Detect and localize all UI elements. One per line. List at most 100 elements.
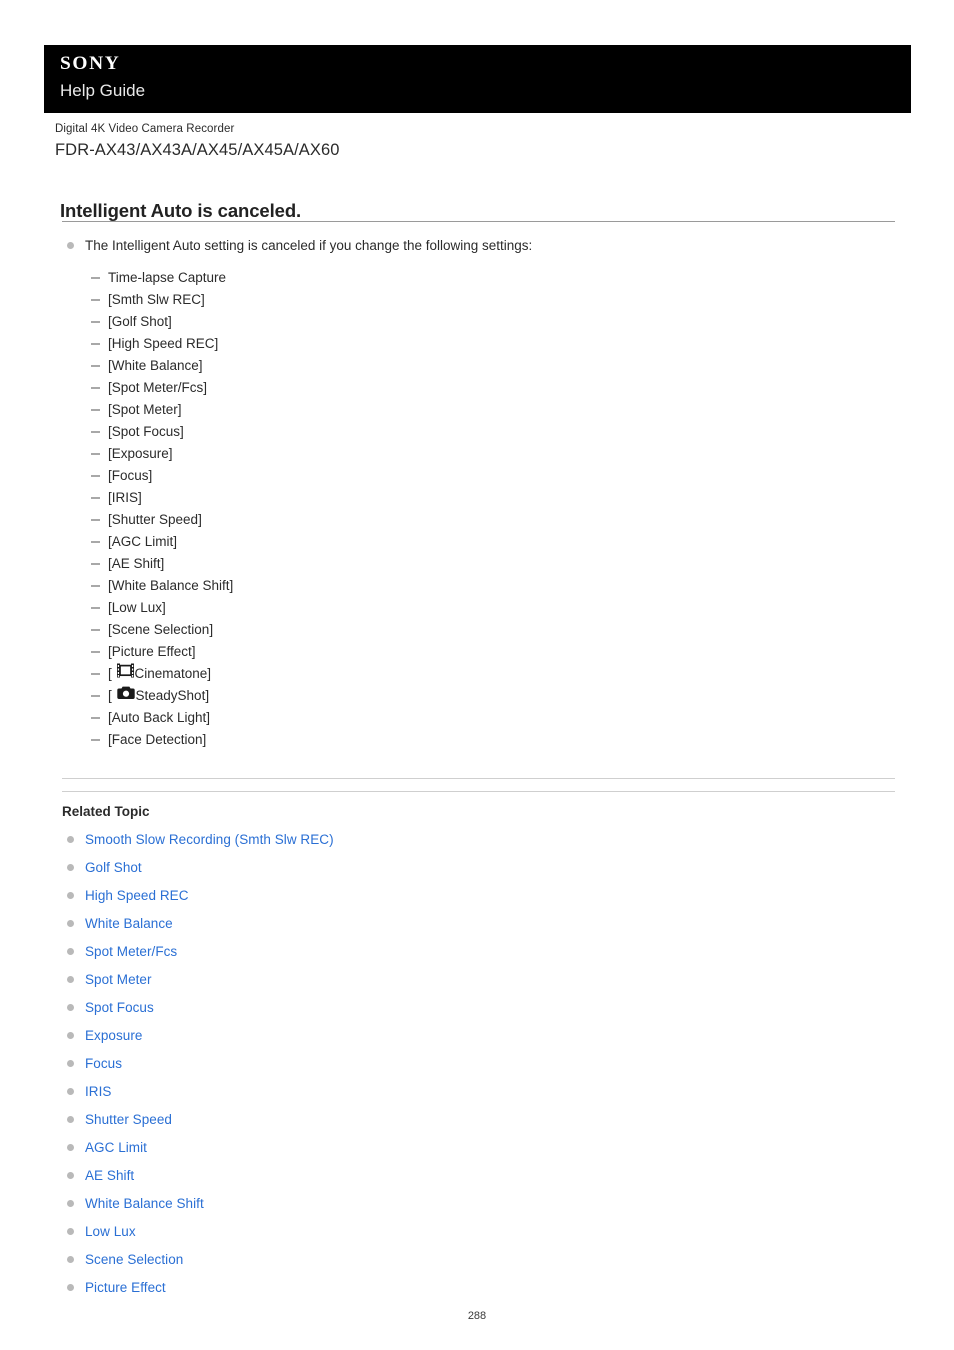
setting-label: [Spot Meter] [108,402,182,417]
site-header: SONY Help Guide [44,45,911,113]
setting-label-suffix: Cinematone] [134,666,212,681]
related-topic-item[interactable]: AE Shift [62,1167,902,1195]
related-topic-link[interactable]: High Speed REC [85,887,189,904]
related-topic-link[interactable]: Scene Selection [85,1251,183,1268]
setting-label: [Spot Focus] [108,424,184,439]
setting-label: [Picture Effect] [108,644,196,659]
bullet-icon [67,836,74,843]
related-topic-link[interactable]: Focus [85,1055,122,1072]
related-topic-link[interactable]: Smooth Slow Recording (Smth Slw REC) [85,831,334,848]
setting-list-item: [Spot Focus] [62,421,902,443]
dash-icon [91,321,100,323]
setting-list-item: [Smth Slw REC] [62,289,902,311]
setting-list-item: [Auto Back Light] [62,707,902,729]
related-topic-item[interactable]: Golf Shot [62,859,902,887]
bullet-icon [67,1284,74,1291]
related-topic-item[interactable]: Spot Meter/Fcs [62,943,902,971]
related-topic-item[interactable]: Picture Effect [62,1279,902,1307]
related-divider-bottom [62,791,895,792]
setting-label: [Auto Back Light] [108,710,211,725]
bullet-icon [67,1200,74,1207]
setting-label: [White Balance Shift] [108,578,234,593]
setting-label: [Spot Meter/Fcs] [108,380,208,395]
related-topic-link[interactable]: White Balance [85,915,173,932]
setting-list-item: [Golf Shot] [62,311,902,333]
related-topic-item[interactable]: Focus [62,1055,902,1083]
related-topic-link[interactable]: IRIS [85,1083,111,1100]
related-topic-link[interactable]: Shutter Speed [85,1111,172,1128]
camera-icon [116,685,135,707]
setting-list-item: [Face Detection] [62,729,902,751]
setting-list-item: [White Balance] [62,355,902,377]
setting-label: [IRIS] [108,490,142,505]
related-topic-item[interactable]: Smooth Slow Recording (Smth Slw REC) [62,831,902,859]
dash-icon [91,409,100,411]
related-topic-link[interactable]: AGC Limit [85,1139,147,1156]
product-model: FDR-AX43/AX43A/AX45/AX45A/AX60 [55,141,340,159]
title-divider [62,221,895,222]
setting-list-item: [Spot Meter/Fcs] [62,377,902,399]
bullet-icon [67,1256,74,1263]
setting-label: [Face Detection] [108,732,207,747]
main-content: The Intelligent Auto setting is canceled… [62,236,902,751]
related-topic-link[interactable]: Golf Shot [85,859,142,876]
related-topic-item[interactable]: AGC Limit [62,1139,902,1167]
related-topic-link[interactable]: Low Lux [85,1223,136,1240]
dash-icon [91,277,100,279]
related-topic-item[interactable]: Shutter Speed [62,1111,902,1139]
related-topic-item[interactable]: White Balance [62,915,902,943]
dash-icon [91,431,100,433]
setting-label-prefix: [ [108,688,116,703]
bullet-icon [67,242,74,249]
setting-list-item: [Spot Meter] [62,399,902,421]
setting-label: [AGC Limit] [108,534,178,549]
dash-icon [91,453,100,455]
related-topic-link[interactable]: Spot Focus [85,999,154,1016]
film-strip-icon [116,663,134,685]
related-topic-item[interactable]: IRIS [62,1083,902,1111]
setting-list-item: [AGC Limit] [62,531,902,553]
bullet-icon [67,1060,74,1067]
page-number: 288 [467,1310,487,1322]
setting-label: [Smth Slw REC] [108,292,205,307]
setting-label: [Shutter Speed] [108,512,202,527]
related-topic-link[interactable]: Spot Meter/Fcs [85,943,177,960]
dash-icon [91,695,100,697]
related-topic-heading: Related Topic [62,804,150,819]
dash-icon [91,585,100,587]
related-topic-item[interactable]: Low Lux [62,1223,902,1251]
related-topic-item[interactable]: Exposure [62,1027,902,1055]
setting-label: [Focus] [108,468,153,483]
related-topic-item[interactable]: High Speed REC [62,887,902,915]
setting-list-item: [Shutter Speed] [62,509,902,531]
related-topic-item[interactable]: White Balance Shift [62,1195,902,1223]
setting-list-item: [Low Lux] [62,597,902,619]
bullet-icon [67,1004,74,1011]
lead-paragraph: The Intelligent Auto setting is canceled… [62,236,902,255]
page-title: Intelligent Auto is canceled. [60,200,302,222]
canceled-settings-list: Time-lapse Capture [Smth Slw REC] [Golf Sh… [62,267,902,751]
setting-label: [Low Lux] [108,600,166,615]
related-topic-link[interactable]: Spot Meter [85,971,152,988]
related-topic-item[interactable]: Scene Selection [62,1251,902,1279]
bullet-icon [67,948,74,955]
related-topic-item[interactable]: Spot Meter [62,971,902,999]
bullet-icon [67,864,74,871]
bullet-icon [67,976,74,983]
related-divider-top [62,778,895,779]
related-topic-link[interactable]: AE Shift [85,1167,134,1184]
dash-icon [91,607,100,609]
related-topic-link[interactable]: Exposure [85,1027,142,1044]
setting-label: [Scene Selection] [108,622,214,637]
setting-list-item: [White Balance Shift] [62,575,902,597]
setting-label: [Golf Shot] [108,314,172,329]
setting-list-item: [ Cinematone] [62,663,902,685]
setting-list-item: Time-lapse Capture [62,267,902,289]
related-topic-link[interactable]: White Balance Shift [85,1195,204,1212]
setting-label: [White Balance] [108,358,203,373]
related-topic-link[interactable]: Picture Effect [85,1279,166,1296]
dash-icon [91,519,100,521]
setting-label: [ SteadyShot] [108,685,209,707]
related-topic-item[interactable]: Spot Focus [62,999,902,1027]
product-category: Digital 4K Video Camera Recorder [55,123,235,135]
